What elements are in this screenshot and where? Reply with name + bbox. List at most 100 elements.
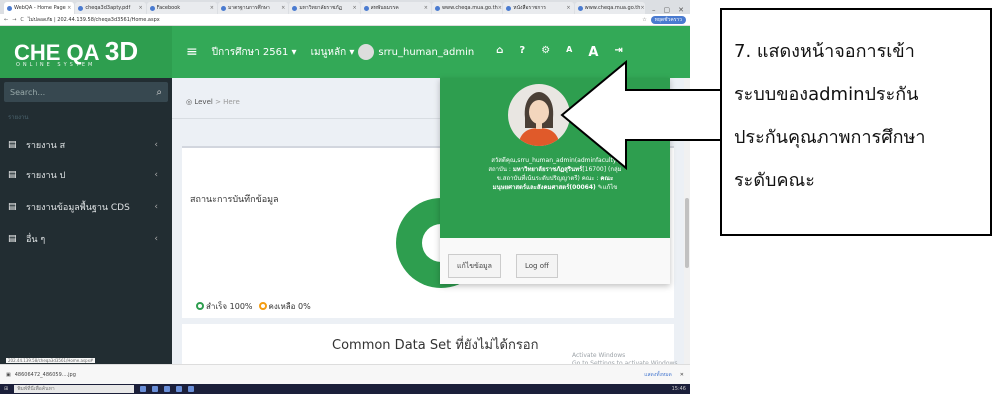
show-all-downloads-link[interactable]: แสดงทั้งหมด (644, 371, 672, 379)
browser-tab[interactable]: www.cheqa.mua.go.th × (574, 2, 645, 14)
browser-tab[interactable]: WebQA - Home Page × (4, 2, 75, 14)
close-icon[interactable]: × (138, 5, 142, 11)
navbar-actions: ⌂ ? ⚙ A A ⇥ (496, 45, 623, 60)
sidebar-item-report-s[interactable]: ▤ รายงาน ส ‹ (0, 134, 172, 156)
taskbar-app-icon[interactable] (152, 386, 159, 392)
taskbar-app-icon[interactable] (176, 386, 183, 392)
tab-label: www.cheqa.mua.go.th (441, 5, 498, 11)
taskbar-search[interactable]: พิมพ์ที่นี่เพื่อค้นหา (14, 385, 135, 393)
tab-label: WebQA - Home Page (14, 5, 66, 11)
back-icon[interactable]: ← (4, 17, 8, 23)
favicon-icon (577, 5, 583, 11)
settings-icon[interactable]: ⚙ (541, 45, 550, 60)
group-text: ข.สถาบันที่เน้นระดับปริญญาตรี) คณะ : (496, 175, 601, 182)
legend-done-label: สำเร็จ 100% (206, 302, 253, 311)
chart-legend: สำเร็จ 100% คงเหลือ 0% (196, 300, 311, 313)
close-icon[interactable]: × (281, 5, 285, 11)
profile-badge[interactable]: หยุดชั่วคราว (650, 15, 686, 24)
sidebar-item-report-p[interactable]: ▤ รายงาน ป ‹ (0, 164, 172, 186)
close-icon[interactable]: × (210, 5, 214, 11)
legend-left: คงเหลือ 0% (258, 300, 311, 313)
breadcrumb: ◎ Level > Here (186, 98, 240, 106)
breadcrumb-level[interactable]: Level (194, 98, 212, 106)
breadcrumb-here: Here (223, 98, 240, 106)
faculty-label: คณะ (600, 175, 614, 182)
close-download-bar-icon[interactable]: ✕ (680, 372, 684, 378)
chevron-left-icon: ‹ (154, 170, 158, 180)
note-line: ระดับคณะ (734, 170, 815, 191)
document-icon: ▤ (8, 140, 17, 150)
group-line: ข.สถาบันที่เน้นระดับปริญญาตรี) คณะ : คณะ (448, 174, 662, 183)
status-box-title: สถานะการบันทึกข้อมูล (190, 195, 279, 205)
logoff-button[interactable]: Log off (516, 254, 558, 278)
help-icon[interactable]: ? (519, 45, 525, 60)
browser-tab[interactable]: สหพันธมรรค × (360, 2, 431, 14)
font-large-icon[interactable]: A (588, 45, 598, 60)
browser-tab[interactable]: cheqa3d3apty.pdf × (75, 2, 146, 14)
favicon-icon (7, 5, 12, 11)
brand-logo-area[interactable]: CHE QA 3D ONLINE SYSTEM (0, 26, 172, 78)
browser-tabbar: WebQA - Home Page × cheqa3d3apty.pdf × Fac… (0, 0, 690, 14)
hamburger-icon[interactable]: ≡ (186, 44, 198, 60)
favicon-icon (78, 5, 84, 11)
home-icon[interactable]: ⌂ (496, 45, 503, 60)
maximize-icon[interactable]: ▢ (664, 6, 671, 14)
tab-label: Facebook (156, 5, 181, 11)
browser-tab[interactable]: มาตรฐานการศึกษา × (217, 2, 289, 14)
chevron-left-icon: ‹ (154, 202, 158, 212)
sidebar-item-other[interactable]: ▤ อื่น ๆ ‹ (0, 228, 172, 250)
dashboard-icon: ◎ (186, 98, 193, 106)
browser-tab[interactable]: มหาวิทยาลัยราชภัฏ × (289, 2, 360, 14)
close-icon[interactable]: × (498, 5, 502, 11)
sidebar-item-report-cds[interactable]: ▤ รายงานข้อมูลพื้นฐาน CDS ‹ (0, 196, 172, 218)
main-menu-dropdown[interactable]: เมนูหลัก ▾ (311, 45, 355, 60)
close-icon[interactable]: × (352, 5, 356, 11)
academic-year-dropdown[interactable]: ปีการศึกษา 2561 ▾ (212, 45, 297, 60)
tab-label: มาตรฐานการศึกษา (227, 5, 270, 11)
search-input[interactable]: Search... ⌕ (4, 82, 168, 102)
reload-icon[interactable]: C (20, 17, 24, 23)
close-icon[interactable]: × (640, 5, 644, 11)
user-avatar-icon[interactable] (358, 44, 375, 60)
logout-icon[interactable]: ⇥ (614, 45, 622, 60)
note-line: 7. แสดงหน้าจอการเข้า (734, 41, 915, 62)
windows-taskbar: ⊞ พิมพ์ที่นี่เพื่อค้นหา 15:46 (0, 384, 690, 394)
tab-label: สหพันธมรรค (370, 5, 399, 11)
favicon-icon (292, 5, 298, 11)
browser-tab[interactable]: หนังสือราชการ × (503, 2, 574, 14)
windows-start-icon[interactable]: ⊞ (4, 386, 8, 392)
bookmark-star-icon[interactable]: ☆ (642, 17, 646, 23)
url-field[interactable]: ไม่ปลอดภัย | 202.44.139.58/cheqa3d3561/H… (28, 16, 638, 24)
browser-tab[interactable]: Facebook × (146, 2, 217, 14)
cds-title: Common Data Set ที่ยังไม่ได้กรอก (332, 338, 539, 353)
scrollbar-thumb[interactable] (685, 198, 689, 268)
document-icon: ▤ (8, 202, 17, 212)
forward-icon[interactable]: → (12, 17, 16, 23)
faculty-name: มนุษยศาสตร์และสังคมศาสตร์(00064) (492, 184, 596, 191)
legend-done: สำเร็จ 100% (196, 300, 253, 313)
font-small-icon[interactable]: A (566, 45, 572, 60)
sidebar: Search... ⌕ รายงาน ▤ รายงาน ส ‹ ▤ รายงาน… (0, 78, 172, 364)
faculty-line: มนุษยศาสตร์และสังคมศาสตร์(00064) ✎แก้ไข (448, 183, 662, 192)
legend-left-label: คงเหลือ 0% (268, 302, 311, 311)
username-label[interactable]: srru_human_admin (378, 47, 474, 58)
taskbar-app-icon[interactable] (164, 386, 171, 392)
close-icon[interactable]: × (566, 5, 570, 11)
taskbar-app-icon[interactable] (140, 386, 147, 392)
taskbar-app-icon[interactable] (188, 386, 195, 392)
window-close-icon[interactable]: ✕ (678, 6, 684, 14)
favicon-icon (434, 5, 440, 11)
tab-label: www.cheqa.mua.go.th (584, 5, 641, 11)
edit-profile-button[interactable]: แก้ไขข้อมูล (448, 254, 501, 278)
download-file[interactable]: 48606472_486059....jpg (15, 372, 76, 378)
minimize-icon[interactable]: – (652, 6, 656, 14)
close-icon[interactable]: × (67, 5, 71, 11)
close-icon[interactable]: × (424, 5, 428, 11)
tab-label: cheqa3d3apty.pdf (85, 5, 131, 11)
browser-tab[interactable]: www.cheqa.mua.go.th × (431, 2, 503, 14)
search-icon[interactable]: ⌕ (156, 87, 162, 98)
document-icon: ▤ (8, 170, 17, 180)
edit-link[interactable]: แก้ไข (603, 184, 618, 191)
sidebar-item-label: รายงานข้อมูลพื้นฐาน CDS (26, 203, 130, 213)
favicon-icon (220, 5, 226, 11)
